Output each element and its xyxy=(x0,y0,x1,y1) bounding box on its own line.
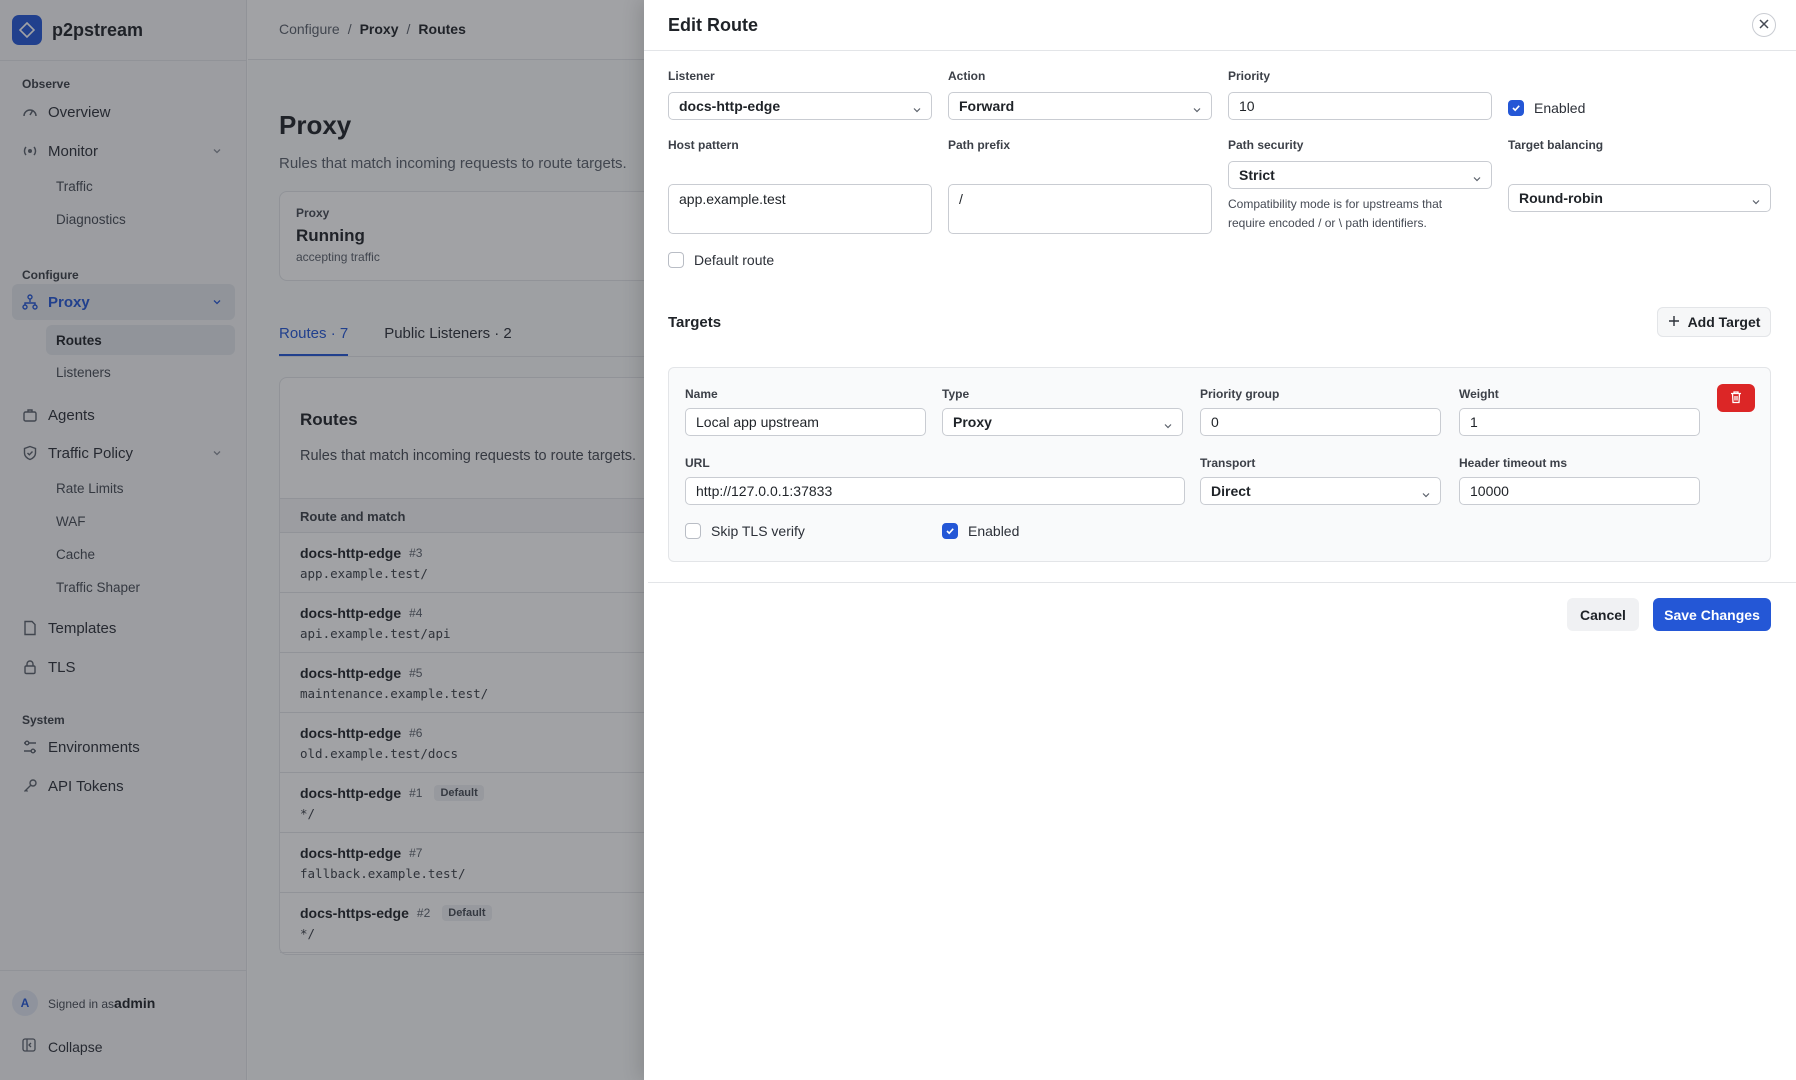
cancel-button[interactable]: Cancel xyxy=(1567,598,1639,631)
save-changes-button[interactable]: Save Changes xyxy=(1653,598,1771,631)
plus-icon xyxy=(1668,314,1680,330)
target-balancing-label: Target balancing xyxy=(1508,138,1604,152)
priority-group-label: Priority group xyxy=(1200,387,1280,401)
skip-tls-checkbox[interactable]: Skip TLS verify xyxy=(685,523,805,539)
listener-label: Listener xyxy=(668,69,715,83)
enabled-checkbox[interactable]: Enabled xyxy=(1508,100,1585,116)
divider xyxy=(644,50,1796,51)
transport-select[interactable]: Direct xyxy=(1200,477,1441,505)
add-target-button[interactable]: Add Target xyxy=(1657,307,1771,337)
divider xyxy=(648,582,1796,583)
skip-tls-label: Skip TLS verify xyxy=(711,523,805,539)
delete-target-button[interactable] xyxy=(1717,384,1755,412)
action-value: Forward xyxy=(959,98,1015,114)
trash-icon xyxy=(1729,390,1743,407)
listener-select[interactable]: docs-http-edge xyxy=(668,92,932,120)
target-balancing-value: Round-robin xyxy=(1519,190,1603,206)
enabled-label: Enabled xyxy=(1534,100,1586,116)
target-enabled-checkbox[interactable]: Enabled xyxy=(942,523,1019,539)
target-name-label: Name xyxy=(685,387,718,401)
path-prefix-label: Path prefix xyxy=(948,138,1011,152)
close-button[interactable] xyxy=(1752,13,1776,37)
weight-input[interactable]: 1 xyxy=(1459,408,1700,436)
url-input[interactable]: http://127.0.0.1:37833 xyxy=(685,477,1185,505)
host-pattern-input[interactable]: app.example.test xyxy=(668,184,932,234)
host-pattern-label: Host pattern xyxy=(668,138,739,152)
check-icon xyxy=(942,523,958,539)
checkbox-box xyxy=(668,252,684,268)
chevron-down-icon xyxy=(1192,102,1202,118)
action-select[interactable]: Forward xyxy=(948,92,1212,120)
header-timeout-input[interactable]: 10000 xyxy=(1459,477,1700,505)
drawer-title: Edit Route xyxy=(668,15,758,35)
path-security-help: Compatibility mode is for upstreams that… xyxy=(1228,195,1492,233)
url-label: URL xyxy=(685,456,710,470)
modal-overlay[interactable] xyxy=(0,0,644,1080)
weight-label: Weight xyxy=(1459,387,1499,401)
transport-value: Direct xyxy=(1211,483,1251,499)
target-type-select[interactable]: Proxy xyxy=(942,408,1183,436)
check-icon xyxy=(1508,100,1524,116)
checkbox-box xyxy=(685,523,701,539)
priority-label: Priority xyxy=(1228,69,1271,83)
default-route-label: Default route xyxy=(694,252,775,268)
path-security-help-line: Compatibility mode is for upstreams that xyxy=(1228,197,1443,211)
path-security-label: Path security xyxy=(1228,138,1304,152)
target-name-input[interactable]: Local app upstream xyxy=(685,408,926,436)
action-label: Action xyxy=(948,69,986,83)
path-security-select[interactable]: Strict xyxy=(1228,161,1492,189)
transport-label: Transport xyxy=(1200,456,1256,470)
chevron-down-icon xyxy=(1163,418,1173,434)
priority-input[interactable]: 10 xyxy=(1228,92,1492,120)
header-timeout-label: Header timeout ms xyxy=(1459,456,1568,470)
priority-group-input[interactable]: 0 xyxy=(1200,408,1441,436)
close-icon xyxy=(1758,17,1770,33)
path-security-help-line: require encoded / or \ path identifiers. xyxy=(1228,216,1427,230)
add-target-label: Add Target xyxy=(1687,314,1761,330)
target-enabled-label: Enabled xyxy=(968,523,1020,539)
target-type-label: Type xyxy=(942,387,970,401)
listener-value: docs-http-edge xyxy=(679,98,781,114)
targets-title: Targets xyxy=(668,314,722,331)
chevron-down-icon xyxy=(1472,171,1482,187)
target-balancing-select[interactable]: Round-robin xyxy=(1508,184,1771,212)
path-prefix-input[interactable]: / xyxy=(948,184,1212,234)
chevron-down-icon xyxy=(1751,194,1761,210)
edit-route-drawer: Edit Route Listener docs-http-edge Actio… xyxy=(644,0,1796,1080)
target-type-value: Proxy xyxy=(953,414,992,430)
path-security-value: Strict xyxy=(1239,167,1275,183)
chevron-down-icon xyxy=(912,102,922,118)
default-route-checkbox[interactable]: Default route xyxy=(668,252,774,268)
chevron-down-icon xyxy=(1421,487,1431,503)
